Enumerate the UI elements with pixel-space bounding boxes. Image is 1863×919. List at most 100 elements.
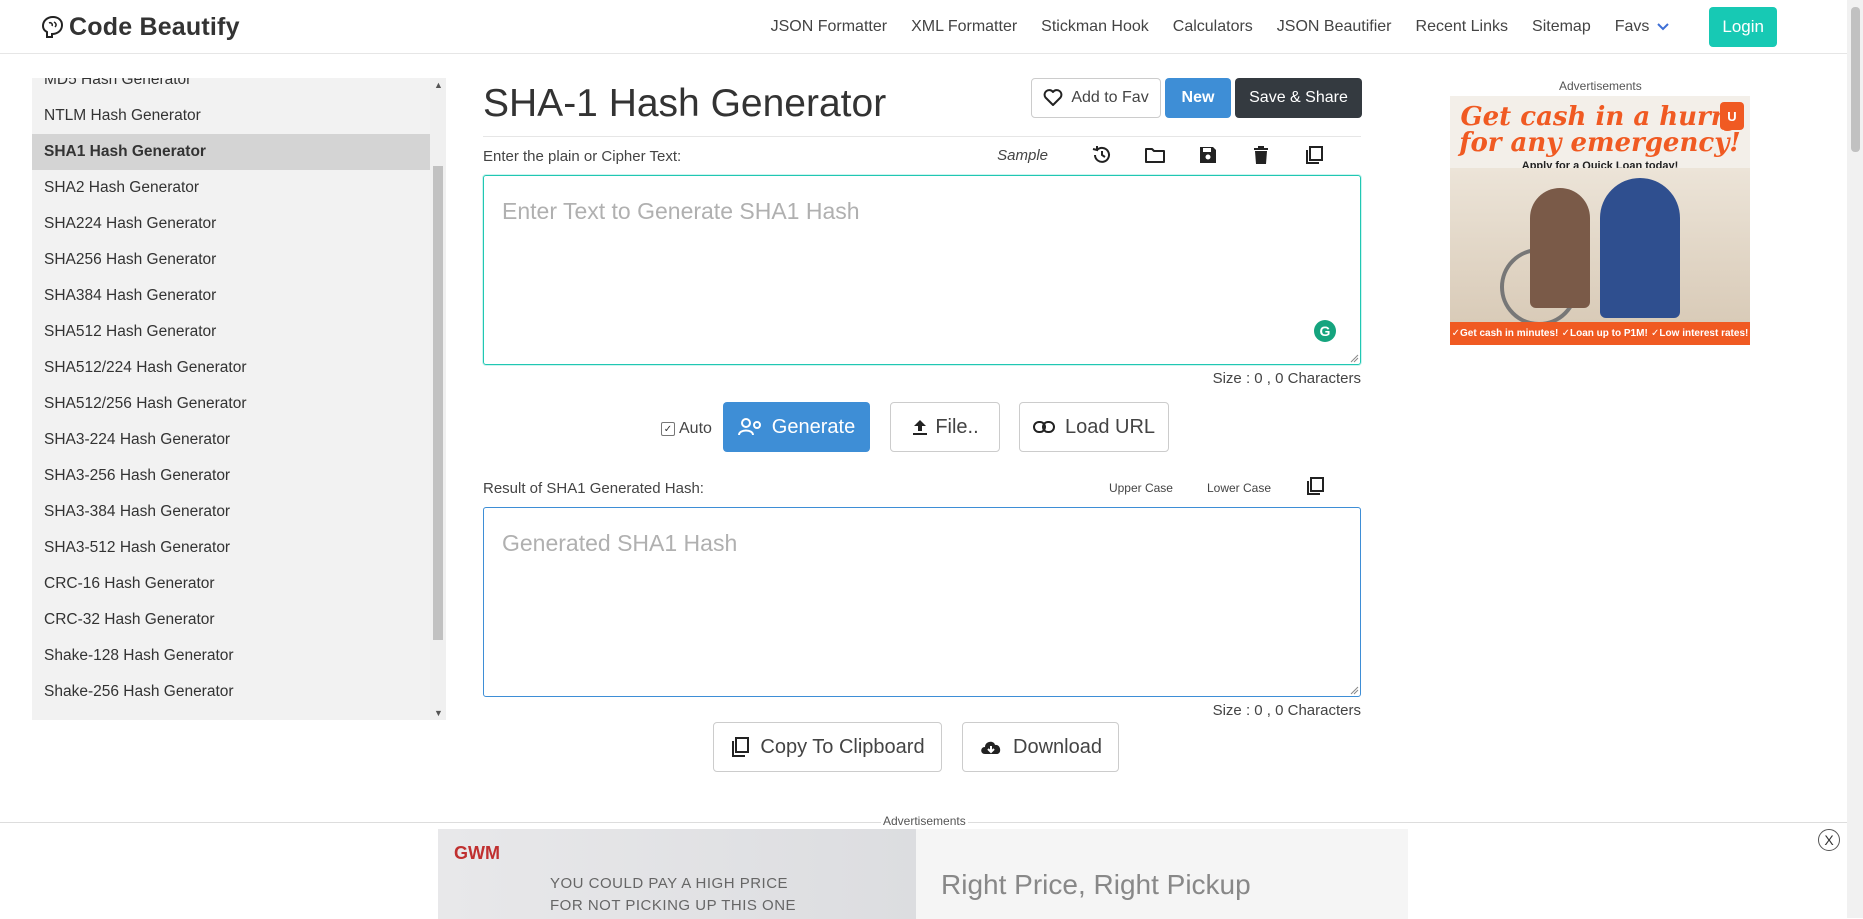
upper-case-button[interactable]: Upper Case: [1109, 481, 1173, 495]
copy-icon: [732, 737, 750, 757]
result-label: Result of SHA1 Generated Hash:: [483, 480, 704, 497]
load-url-label: Load URL: [1064, 415, 1156, 438]
grammarly-icon[interactable]: G: [1314, 320, 1336, 342]
tools-sidebar: MD5 Hash Generator NTLM Hash Generator S…: [32, 78, 446, 720]
sidebar-item-sha512-256[interactable]: SHA512/256 Hash Generator: [32, 386, 430, 422]
nav-json-formatter[interactable]: JSON Formatter: [771, 18, 887, 36]
folder-open-icon[interactable]: [1144, 144, 1166, 166]
gwm-logo: GWM: [454, 843, 500, 863]
sidebar-item-sha256[interactable]: SHA256 Hash Generator: [32, 242, 430, 278]
sidebar-item-ntlm[interactable]: NTLM Hash Generator: [32, 98, 430, 134]
input-label: Enter the plain or Cipher Text:: [483, 148, 682, 165]
tagline-line-1: YOU COULD PAY A HIGH PRICE: [550, 875, 789, 892]
trash-icon[interactable]: [1250, 144, 1272, 166]
input-textarea[interactable]: Enter Text to Generate SHA1 Hash G: [483, 175, 1361, 365]
ad-brand-logo: U: [1720, 102, 1744, 130]
input-placeholder: Enter Text to Generate SHA1 Hash: [502, 198, 860, 224]
main-nav: JSON Formatter XML Formatter Stickman Ho…: [747, 0, 1777, 53]
lower-case-button[interactable]: Lower Case: [1207, 481, 1271, 495]
generate-label: Generate: [771, 415, 856, 438]
result-placeholder: Generated SHA1 Hash: [502, 530, 738, 556]
cloud-download-icon: [981, 741, 1001, 754]
nav-calculators[interactable]: Calculators: [1173, 18, 1253, 36]
page-title: SHA-1 Hash Generator: [483, 82, 887, 125]
file-button[interactable]: File..: [890, 402, 1000, 452]
generate-button[interactable]: Generate: [723, 402, 870, 452]
favs-dropdown[interactable]: Favs: [1615, 18, 1670, 36]
bottom-ad-tagline: YOU COULD PAY A HIGH PRICE FOR NOT PICKI…: [550, 873, 796, 917]
new-button[interactable]: New: [1165, 78, 1231, 118]
sidebar-item-sha3-224[interactable]: SHA3-224 Hash Generator: [32, 422, 430, 458]
sidebar-item-crc32[interactable]: CRC-32 Hash Generator: [32, 602, 430, 638]
page-scrollbar-thumb[interactable]: [1851, 7, 1860, 152]
auto-checkbox[interactable]: ✓: [661, 422, 675, 436]
auto-toggle[interactable]: ✓ Auto: [661, 420, 712, 438]
sidebar-list: MD5 Hash Generator NTLM Hash Generator S…: [32, 78, 430, 720]
sidebar-item-shake128[interactable]: Shake-128 Hash Generator: [32, 638, 430, 674]
sidebar-scrollbar[interactable]: ▲ ▼: [430, 78, 446, 720]
ad-footer: ✓Get cash in minutes! ✓Loan up to P1M! ✓…: [1450, 322, 1750, 345]
site-logo[interactable]: Code Beautify: [40, 10, 240, 44]
sidebar-item-sha1[interactable]: SHA1 Hash Generator: [32, 134, 430, 170]
scroll-down-arrow-icon[interactable]: ▼: [434, 708, 443, 718]
user-gear-icon: [737, 418, 761, 436]
sidebar-item-sha3-384[interactable]: SHA3-384 Hash Generator: [32, 494, 430, 530]
ad-photo: [1450, 168, 1750, 326]
sidebar-item-sha384[interactable]: SHA384 Hash Generator: [32, 278, 430, 314]
brain-logo-icon: [41, 15, 64, 38]
favs-label: Favs: [1614, 17, 1650, 35]
input-size-counter: Size : 0 , 0 Characters: [1212, 370, 1361, 387]
ad-footer-item: ✓Loan up to P1M!: [1561, 328, 1648, 339]
bottom-ad-bar: Advertisements GWM YOU COULD PAY A HIGH …: [0, 814, 1847, 919]
copy-to-clipboard-button[interactable]: Copy To Clipboard: [713, 722, 942, 772]
close-ad-button[interactable]: X: [1818, 829, 1840, 851]
resize-handle-icon[interactable]: [1350, 354, 1359, 363]
nav-sitemap[interactable]: Sitemap: [1532, 18, 1591, 36]
sidebar-item-md5[interactable]: MD5 Hash Generator: [32, 78, 430, 98]
sidebar-scrollbar-thumb[interactable]: [433, 166, 443, 640]
nav-xml-formatter[interactable]: XML Formatter: [911, 18, 1017, 36]
copy-icon[interactable]: [1303, 144, 1325, 166]
heart-icon: [1043, 89, 1063, 106]
sidebar-item-sha224[interactable]: SHA224 Hash Generator: [32, 206, 430, 242]
load-url-button[interactable]: Load URL: [1019, 402, 1169, 452]
login-button[interactable]: Login: [1709, 6, 1777, 47]
chevron-down-icon: [1657, 22, 1670, 30]
copy-result-icon[interactable]: [1305, 476, 1325, 499]
ad-header: Get cash in a hurry for any emergency! A…: [1450, 96, 1750, 172]
nav-recent-links[interactable]: Recent Links: [1416, 18, 1509, 36]
file-label: File..: [935, 415, 979, 438]
sidebar-item-sha512-224[interactable]: SHA512/224 Hash Generator: [32, 350, 430, 386]
sidebar-item-sha512[interactable]: SHA512 Hash Generator: [32, 314, 430, 350]
save-icon[interactable]: [1197, 144, 1219, 166]
sidebar-item-crc16[interactable]: CRC-16 Hash Generator: [32, 566, 430, 602]
link-icon: [1032, 421, 1055, 433]
bottom-ad-banner[interactable]: GWM YOU COULD PAY A HIGH PRICE FOR NOT P…: [438, 829, 1408, 919]
add-to-fav-button[interactable]: Add to Fav: [1031, 78, 1161, 118]
nav-json-beautifier[interactable]: JSON Beautifier: [1277, 18, 1392, 36]
save-share-button[interactable]: Save & Share: [1235, 78, 1362, 118]
scroll-up-arrow-icon[interactable]: ▲: [434, 80, 443, 90]
ad-label: Advertisements: [881, 814, 968, 828]
sidebar-item-sha3-256[interactable]: SHA3-256 Hash Generator: [32, 458, 430, 494]
ad-headline: Get cash in a hurry for any emergency!: [1459, 102, 1741, 158]
resize-handle-icon[interactable]: [1350, 686, 1359, 695]
page-scrollbar[interactable]: [1847, 0, 1863, 918]
ad-footer-item: ✓Low interest rates!: [1651, 328, 1749, 339]
site-logo-text: Code Beautify: [69, 12, 240, 41]
nav-stickman-hook[interactable]: Stickman Hook: [1041, 18, 1149, 36]
sample-link[interactable]: Sample: [997, 147, 1048, 164]
add-to-fav-label: Add to Fav: [1071, 89, 1149, 106]
result-textarea[interactable]: Generated SHA1 Hash: [483, 507, 1361, 697]
result-toolbar: Upper Case Lower Case: [1109, 476, 1325, 499]
sidebar-item-md6[interactable]: MD6 Hash Generator: [32, 710, 430, 720]
history-icon[interactable]: [1091, 144, 1113, 166]
sidebar-item-sha3-512[interactable]: SHA3-512 Hash Generator: [32, 530, 430, 566]
download-button[interactable]: Download: [962, 722, 1119, 772]
copy-to-clipboard-label: Copy To Clipboard: [760, 735, 925, 758]
loan-ad-banner[interactable]: Get cash in a hurry for any emergency! A…: [1450, 96, 1750, 345]
divider: [483, 136, 1361, 137]
sidebar-item-shake256[interactable]: Shake-256 Hash Generator: [32, 674, 430, 710]
person-shape: [1600, 178, 1680, 318]
sidebar-item-sha2[interactable]: SHA2 Hash Generator: [32, 170, 430, 206]
